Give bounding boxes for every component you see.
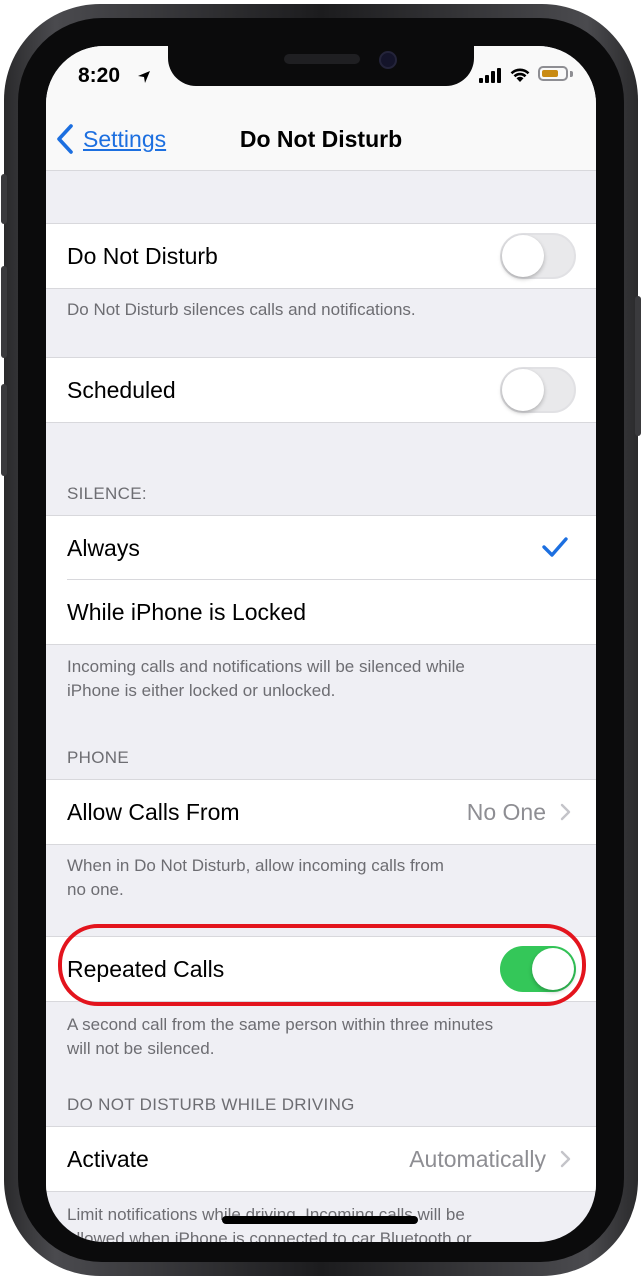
driving-section-header: DO NOT DISTURB WHILE DRIVING: [67, 1095, 355, 1114]
divider: [46, 1191, 596, 1192]
highlight-annotation: [58, 924, 586, 1006]
screen: 8:20 Settings Do Not Disturb Do Not Dist…: [46, 46, 596, 1242]
mute-switch: [1, 174, 7, 224]
volume-up-button: [1, 266, 7, 358]
silence-footer-line2: iPhone is either locked or unlocked.: [67, 681, 336, 700]
power-button: [635, 296, 641, 436]
scheduled-label: Scheduled: [67, 377, 176, 403]
silence-footer-line1: Incoming calls and notifications will be…: [67, 657, 465, 676]
divider: [46, 844, 596, 845]
phone-section-header: PHONE: [67, 748, 129, 767]
driving-footer-line2: allowed when iPhone is connected to car …: [67, 1229, 472, 1242]
activate-label: Activate: [67, 1146, 149, 1172]
silence-option-always[interactable]: Always: [46, 516, 596, 580]
allow-calls-from-row[interactable]: Allow Calls From No One: [46, 780, 596, 844]
repeated-calls-footer-line2: will not be silenced.: [67, 1039, 215, 1058]
wifi-icon: [510, 68, 530, 82]
location-arrow-icon: [138, 71, 150, 83]
notch: [168, 46, 474, 86]
front-camera: [379, 51, 397, 69]
checkmark-icon: [542, 537, 568, 557]
scheduled-toggle[interactable]: [500, 367, 576, 413]
phone-footer-line1: When in Do Not Disturb, allow incoming c…: [67, 856, 444, 875]
divider: [46, 288, 596, 289]
volume-down-button: [1, 384, 7, 476]
chevron-right-icon: [560, 1150, 571, 1168]
battery-icon: [538, 66, 568, 81]
repeated-calls-footer-line1: A second call from the same person withi…: [67, 1015, 494, 1034]
cellular-signal-icon: [479, 68, 501, 83]
silence-option-label: Always: [67, 535, 140, 561]
home-indicator[interactable]: [222, 1216, 418, 1224]
allow-calls-from-value: No One: [466, 799, 546, 825]
divider: [46, 644, 596, 645]
allow-calls-from-label: Allow Calls From: [67, 799, 240, 825]
scheduled-row: Scheduled: [46, 358, 596, 422]
navigation-bar: Settings Do Not Disturb: [46, 104, 596, 171]
silence-section-header: SILENCE:: [67, 484, 147, 503]
chevron-right-icon: [560, 803, 571, 821]
do-not-disturb-row: Do Not Disturb: [46, 224, 596, 288]
do-not-disturb-footer: Do Not Disturb silences calls and notifi…: [67, 300, 416, 319]
earpiece-speaker: [284, 54, 360, 64]
phone-footer-line2: no one.: [67, 880, 124, 899]
activate-value: Automatically: [409, 1146, 546, 1172]
activate-row[interactable]: Activate Automatically: [46, 1127, 596, 1191]
battery-tip: [570, 71, 573, 77]
silence-option-while-locked[interactable]: While iPhone is Locked: [46, 580, 596, 644]
silence-option-label: While iPhone is Locked: [67, 599, 307, 625]
do-not-disturb-label: Do Not Disturb: [67, 243, 218, 269]
page-title: Do Not Disturb: [239, 126, 403, 152]
divider: [46, 422, 596, 423]
status-time: 8:20: [78, 64, 121, 87]
do-not-disturb-toggle[interactable]: [500, 233, 576, 279]
